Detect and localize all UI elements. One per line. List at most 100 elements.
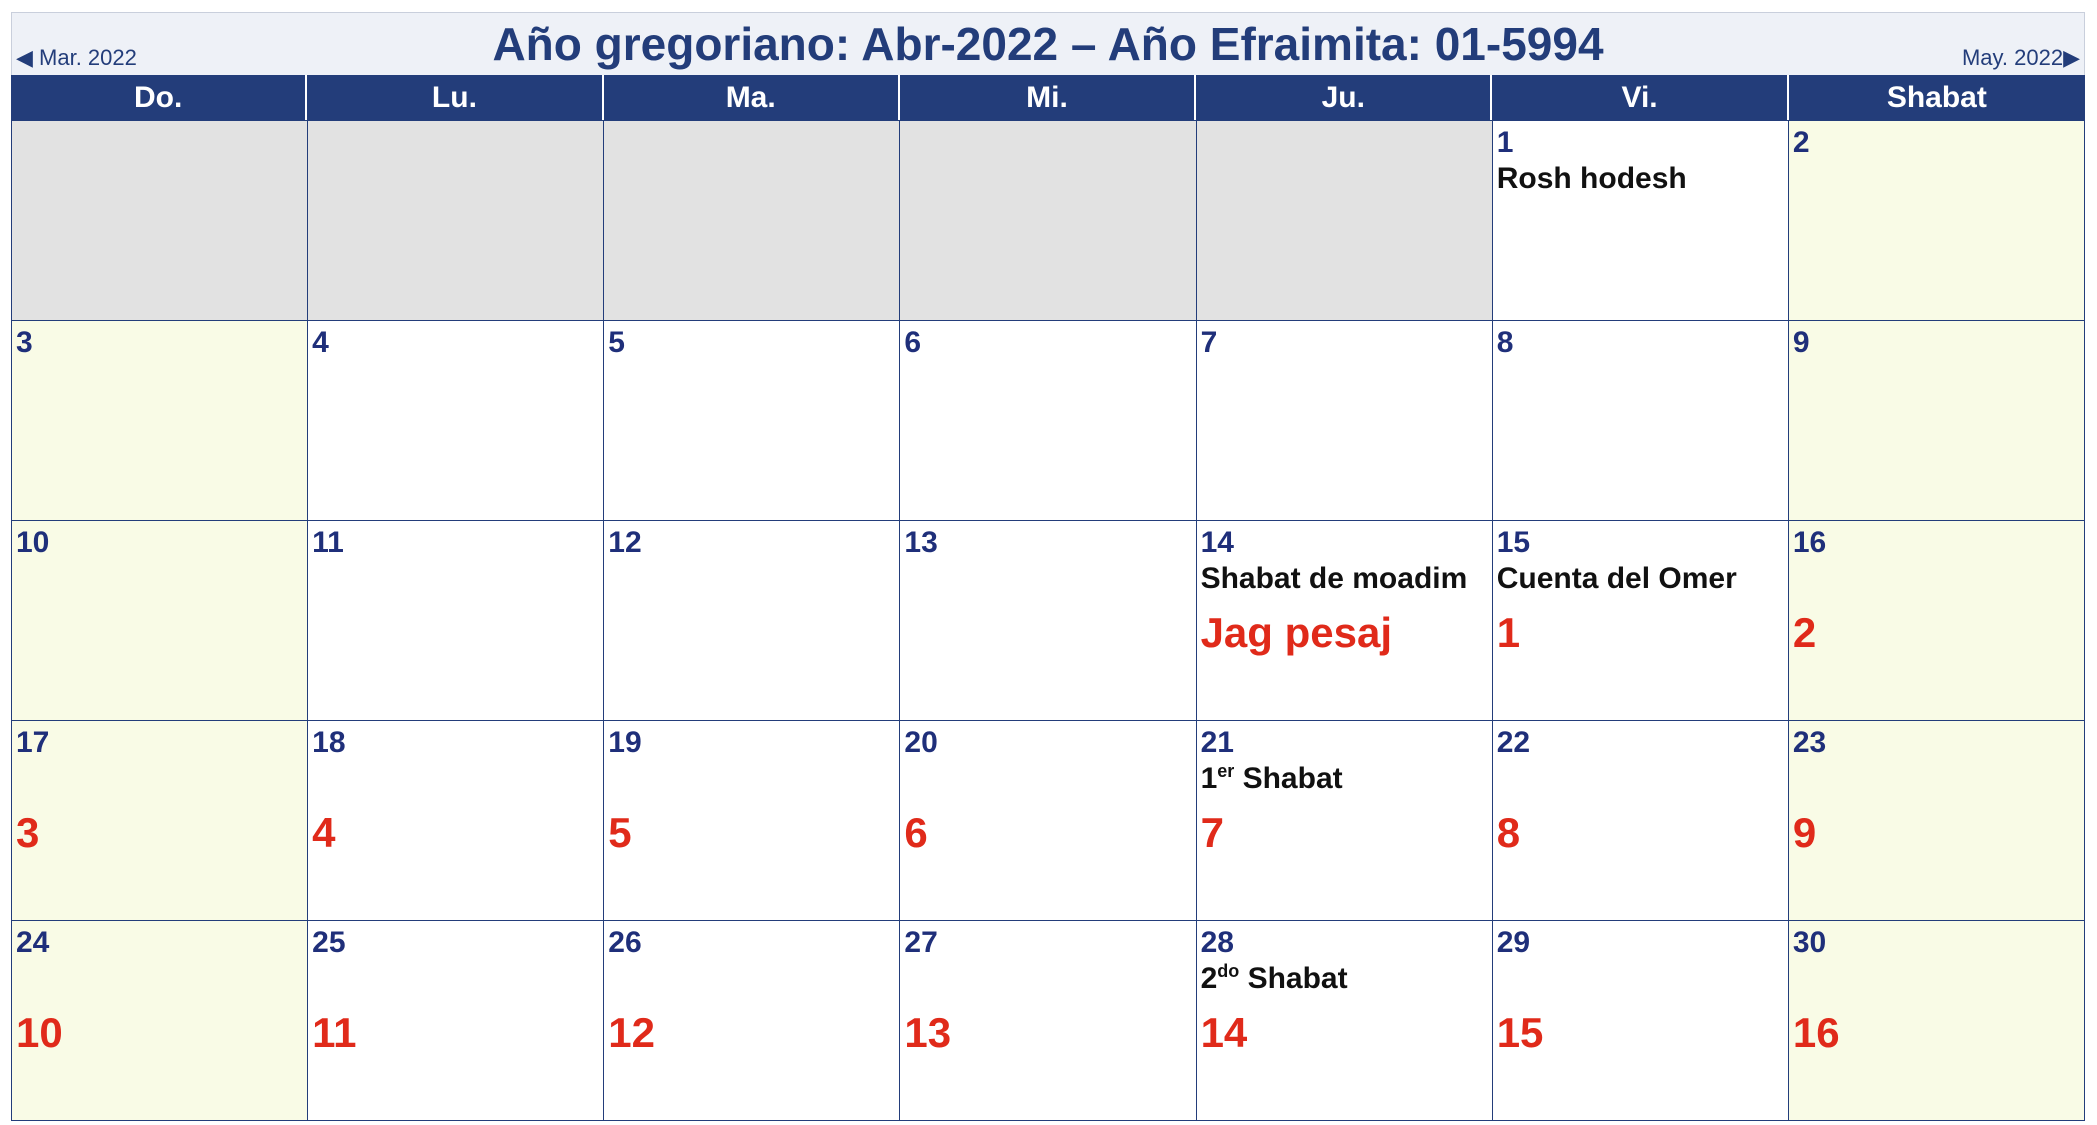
day-number: 23 <box>1792 726 1827 759</box>
day-cell[interactable]: 7 <box>1196 321 1493 521</box>
day-cell[interactable]: 23 9 <box>1788 721 2085 921</box>
day-number: 2 <box>1792 126 1810 159</box>
day-number: 24 <box>16 926 50 959</box>
event-ordinal: 2 <box>1200 962 1218 995</box>
efraimite-day: 2 <box>1792 609 1817 656</box>
day-number: 7 <box>1200 326 1218 359</box>
empty-day-cell <box>308 121 605 321</box>
day-number: 15 <box>1496 526 1531 559</box>
weekday-friday: Vi. <box>1492 75 1789 120</box>
efraimite-day: 15 <box>1496 1009 1544 1056</box>
day-number: 9 <box>1792 326 1810 359</box>
day-cell[interactable]: 30 16 <box>1788 921 2085 1121</box>
next-month-link[interactable]: May. 2022▶ <box>1962 45 2080 71</box>
day-number: 26 <box>608 926 642 959</box>
empty-day-cell <box>12 121 309 321</box>
weekday-tuesday: Ma. <box>604 75 900 120</box>
day-number: 28 <box>1200 926 1234 959</box>
day-cell[interactable]: 6 <box>900 321 1197 521</box>
empty-day-cell <box>1196 121 1493 321</box>
day-cell[interactable]: 3 <box>12 321 309 521</box>
day-number: 6 <box>904 326 922 359</box>
day-cell[interactable]: 11 <box>308 521 605 721</box>
day-cell[interactable]: 16 2 <box>1788 521 2085 721</box>
calendar: ◀ Mar. 2022 Año gregoriano: Abr-2022 – A… <box>11 12 2085 1121</box>
weekday-monday: Lu. <box>307 75 604 120</box>
day-cell[interactable]: 28 2do Shabat 14 <box>1196 921 1493 1121</box>
efraimite-day: 7 <box>1200 809 1224 856</box>
day-cell[interactable]: 10 <box>12 521 309 721</box>
day-cell[interactable]: 1 Rosh hodesh <box>1492 121 1789 321</box>
efraimite-day: 5 <box>608 809 632 856</box>
day-number: 25 <box>312 926 346 959</box>
day-number: 19 <box>608 726 642 759</box>
efraimite-day: 9 <box>1792 809 1817 856</box>
day-cell[interactable]: 19 5 <box>604 721 901 921</box>
day-number: 18 <box>312 726 346 759</box>
day-number: 29 <box>1496 926 1531 959</box>
day-number: 4 <box>312 326 329 359</box>
weekday-header-row: Do. Lu. Ma. Mi. Ju. Vi. Shabat <box>11 75 2085 120</box>
calendar-header: ◀ Mar. 2022 Año gregoriano: Abr-2022 – A… <box>11 12 2085 75</box>
day-event: 1er Shabat <box>1201 761 1488 797</box>
day-number: 11 <box>312 526 344 559</box>
day-number: 8 <box>1496 326 1514 359</box>
empty-day-cell <box>900 121 1197 321</box>
event-ordinal-suffix: do <box>1217 961 1240 981</box>
empty-day-cell <box>604 121 901 321</box>
day-number: 3 <box>16 326 33 359</box>
efraimite-day: 16 <box>1792 1009 1840 1056</box>
day-number: 20 <box>904 726 938 759</box>
day-cell[interactable]: 29 15 <box>1492 921 1789 1121</box>
weekday-wednesday: Mi. <box>900 75 1197 120</box>
calendar-grid: 1 Rosh hodesh 2 3 4 5 6 7 8 9 10 11 12 13 14 Shabat de … <box>11 120 2085 1121</box>
day-cell[interactable]: 13 <box>900 521 1197 721</box>
efraimite-day: 12 <box>608 1009 655 1056</box>
day-cell[interactable]: 15 Cuenta del Omer 1 <box>1492 521 1789 721</box>
day-cell[interactable]: 12 <box>604 521 901 721</box>
day-event: Cuenta del Omer <box>1496 562 1737 595</box>
day-number: 14 <box>1200 526 1234 559</box>
weekday-shabat: Shabat <box>1886 81 1987 114</box>
day-number: 30 <box>1792 926 1827 959</box>
day-cell[interactable]: 17 3 <box>12 721 309 921</box>
day-cell[interactable]: 2 <box>1788 121 2085 321</box>
efraimite-day: 14 <box>1200 1009 1248 1056</box>
efraimite-day: 4 <box>312 809 336 856</box>
day-number: 10 <box>16 526 50 559</box>
day-number: 22 <box>1496 726 1531 759</box>
efraimite-day: Jag pesaj <box>1200 609 1393 656</box>
day-event: Shabat de moadim <box>1200 562 1468 595</box>
day-cell[interactable]: 27 13 <box>900 921 1197 1121</box>
day-cell[interactable]: 25 11 <box>308 921 605 1121</box>
efraimite-day: 13 <box>904 1009 952 1056</box>
day-number: 1 <box>1496 126 1514 159</box>
day-cell[interactable]: 21 1er Shabat 7 <box>1196 721 1493 921</box>
efraimite-day: 6 <box>904 809 928 856</box>
day-number: 12 <box>608 526 642 559</box>
day-cell[interactable]: 5 <box>604 321 901 521</box>
day-cell[interactable]: 24 10 <box>12 921 309 1121</box>
day-cell[interactable]: 4 <box>308 321 605 521</box>
event-label: Shabat <box>1234 762 1343 795</box>
weekday-sunday: Do. <box>11 75 308 120</box>
day-number: 27 <box>904 926 938 959</box>
efraimite-day: 10 <box>16 1009 63 1056</box>
day-number: 16 <box>1792 526 1827 559</box>
day-cell[interactable]: 14 Shabat de moadim Jag pesaj <box>1196 521 1493 721</box>
weekday-thursday: Ju. <box>1196 75 1493 120</box>
day-cell[interactable]: 22 8 <box>1492 721 1789 921</box>
efraimite-day: 1 <box>1496 609 1521 656</box>
day-number: 13 <box>904 526 938 559</box>
day-cell[interactable]: 20 6 <box>900 721 1197 921</box>
day-number: 21 <box>1200 726 1234 759</box>
page-title: Año gregoriano: Abr-2022 – Año Efraimita… <box>492 18 1604 70</box>
day-cell[interactable]: 18 4 <box>308 721 605 921</box>
efraimite-day: 8 <box>1496 809 1521 856</box>
day-cell[interactable]: 26 12 <box>604 921 901 1121</box>
day-number: 5 <box>608 326 625 359</box>
day-cell[interactable]: 9 <box>1788 321 2085 521</box>
efraimite-day: 11 <box>312 1009 357 1056</box>
day-event: 2do Shabat <box>1201 961 1488 997</box>
day-cell[interactable]: 8 <box>1492 321 1789 521</box>
